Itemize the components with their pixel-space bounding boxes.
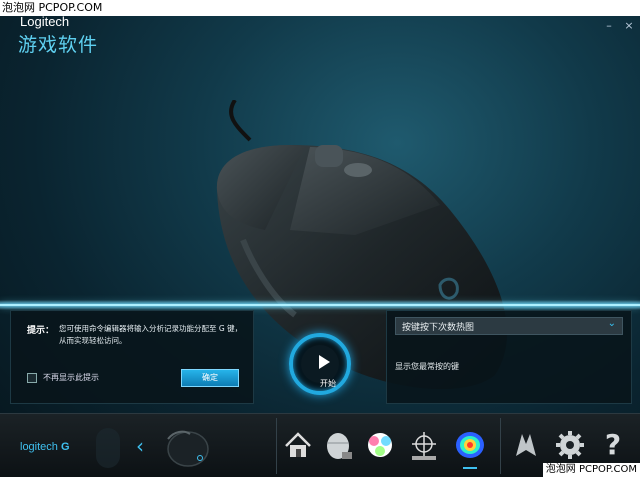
chevron-left-icon[interactable]: ‹: [136, 434, 144, 458]
heatmap-icon[interactable]: [452, 426, 488, 464]
dont-show-again-checkbox[interactable]: [27, 373, 37, 383]
help-icon[interactable]: ?: [598, 426, 628, 464]
device-mouse-thumbnail[interactable]: [160, 424, 212, 470]
dropdown-selected-value: 按键按下次数热图: [402, 323, 475, 333]
start-button[interactable]: 开始: [289, 333, 351, 395]
hint-text: 您可使用命令编辑器将输入分析记录功能分配至 G 键，从而实现轻松访问。: [59, 324, 243, 345]
watermark-bottom: 泡泡网 PCPOP.COM: [542, 463, 640, 477]
logo-mark: G: [60, 441, 70, 453]
watermark-top: 泡泡网 PCPOP.COM: [0, 0, 640, 16]
toolbar-divider: [500, 418, 501, 474]
heatmap-type-dropdown[interactable]: 按键按下次数热图 ⌄: [395, 317, 623, 335]
chevron-down-icon: ⌄: [607, 318, 616, 329]
pointer-settings-icon[interactable]: [406, 426, 442, 464]
hint-panel: 提示： 您可使用命令编辑器将输入分析记录功能分配至 G 键，从而实现轻松访问。 …: [10, 310, 254, 404]
previous-device-thumbnail[interactable]: [96, 428, 120, 468]
glow-line: [0, 304, 640, 306]
logitech-g-logo: logitech G: [20, 441, 70, 453]
logo-text: logitech: [20, 441, 58, 453]
heatmap-description: 显示您最常按的键: [395, 362, 459, 371]
settings-gear-icon[interactable]: [552, 426, 588, 464]
customize-buttons-icon[interactable]: [320, 426, 356, 464]
dont-show-again-label: 不再显示此提示: [43, 373, 99, 382]
brand-name: Logitech: [20, 14, 70, 29]
play-icon: [319, 355, 330, 369]
start-inner: 开始: [301, 345, 339, 388]
minimize-button[interactable]: –: [602, 20, 616, 32]
gaming-software-icon[interactable]: [508, 426, 544, 464]
close-button[interactable]: ×: [622, 20, 636, 32]
ok-button[interactable]: 确定: [181, 369, 239, 387]
heatmap-panel: 按键按下次数热图 ⌄ 显示您最常按的键: [386, 310, 632, 404]
lighting-icon[interactable]: [362, 426, 398, 464]
active-tab-indicator: [463, 467, 477, 469]
app-title: 游戏软件: [18, 34, 99, 56]
home-icon[interactable]: [280, 426, 316, 464]
start-label: 开始: [320, 379, 336, 388]
toolbar-divider: [276, 418, 277, 474]
hint-label: 提示：: [27, 326, 55, 336]
logitech-gaming-software-window: 泡泡网 PCPOP.COM – × Logitech 游戏软件 提示： 您可使用…: [0, 0, 640, 477]
window-controls: – ×: [602, 20, 636, 32]
